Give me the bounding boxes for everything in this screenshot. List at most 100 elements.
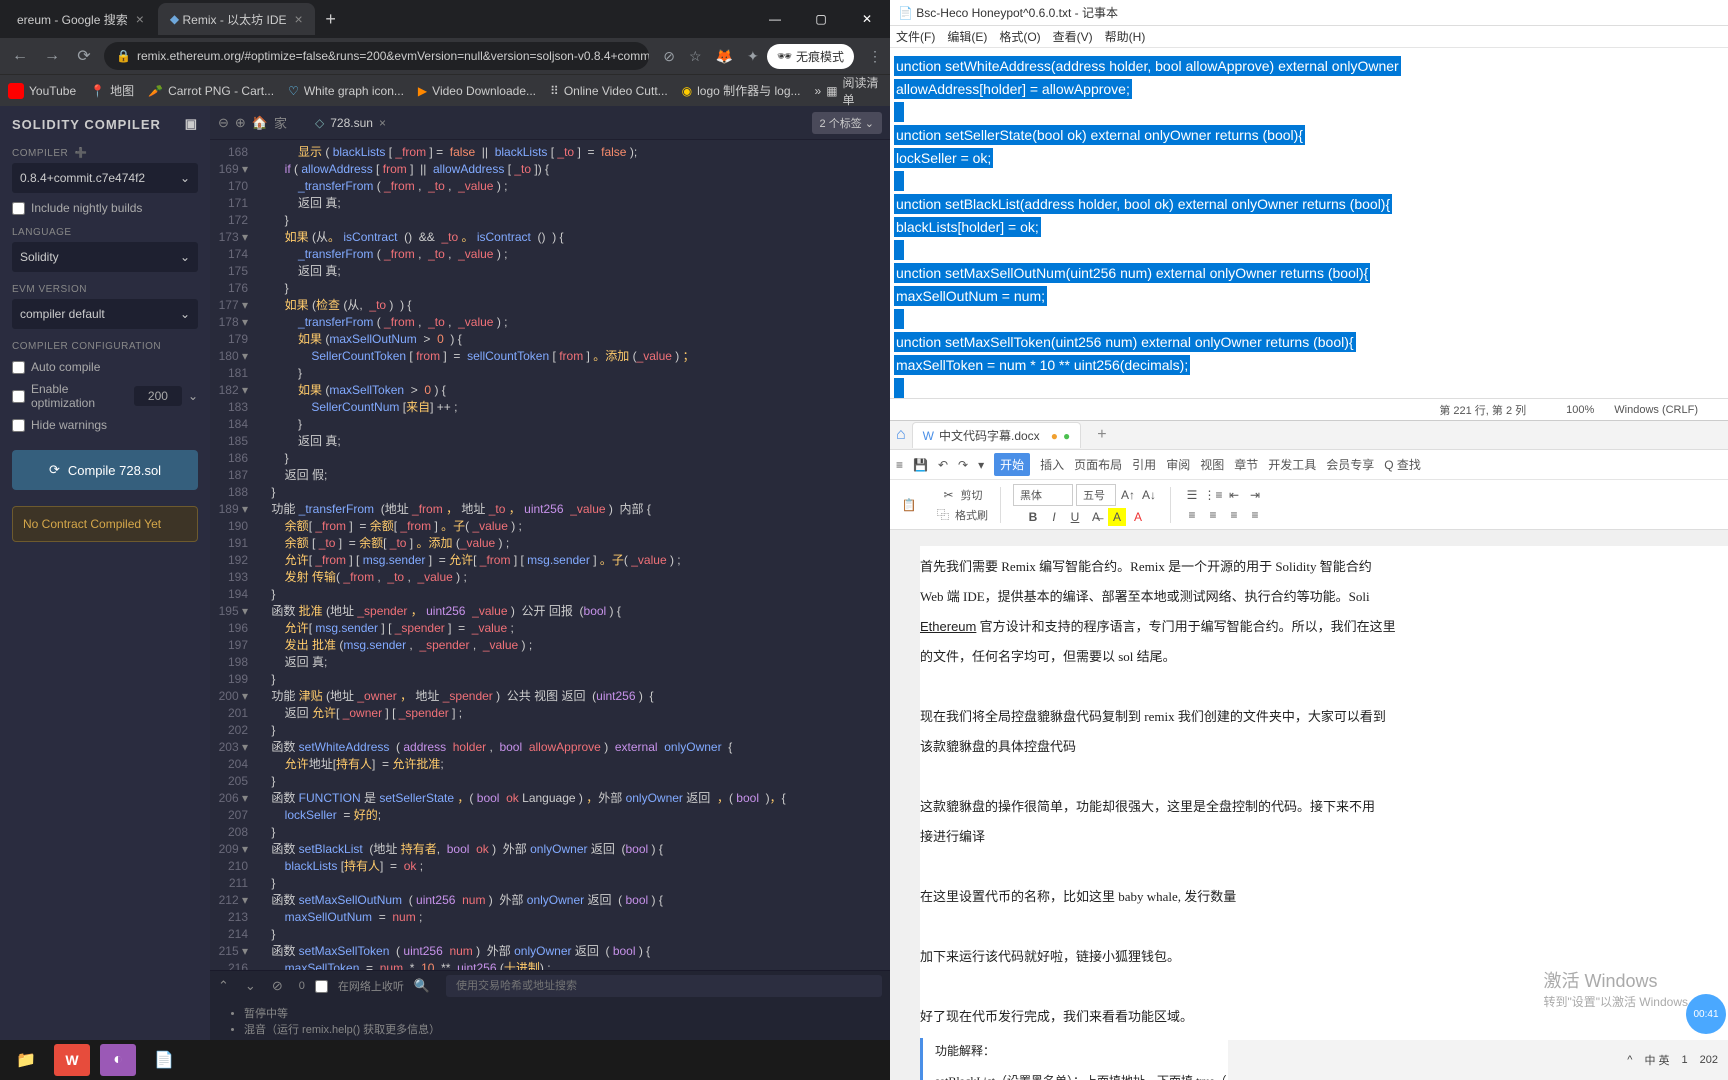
ribbon-tab[interactable]: 插入: [1040, 456, 1064, 473]
bookmark-icon[interactable]: ☆: [689, 48, 702, 65]
align-left-icon[interactable]: ≡: [1183, 506, 1201, 524]
reload-button[interactable]: ⟳: [72, 46, 96, 66]
close-button[interactable]: ✕: [844, 3, 890, 35]
paste-icon[interactable]: 📋: [900, 496, 918, 514]
bookmark-item[interactable]: YouTube: [8, 83, 76, 99]
listen-checkbox[interactable]: [315, 980, 328, 993]
notepad-menu-item[interactable]: 帮助(H): [1105, 28, 1146, 45]
ribbon-tab[interactable]: 引用: [1132, 456, 1156, 473]
highlight-icon[interactable]: A: [1108, 508, 1126, 526]
file-explorer-icon[interactable]: 📁: [8, 1044, 44, 1076]
search-icon[interactable]: 🔍: [414, 978, 430, 994]
app-icon[interactable]: ◐: [100, 1044, 136, 1076]
optimize-checkbox[interactable]: [12, 390, 25, 403]
bookmark-item[interactable]: ⠿Online Video Cutt...: [550, 84, 668, 98]
new-tab-button[interactable]: +: [317, 9, 345, 30]
ribbon-tab[interactable]: 页面布局: [1074, 456, 1122, 473]
ext-icon[interactable]: 🦊: [716, 48, 733, 65]
menu-icon[interactable]: ⋮: [868, 48, 882, 65]
align-right-icon[interactable]: ≡: [1225, 506, 1243, 524]
ribbon-tab[interactable]: 会员专享: [1326, 456, 1374, 473]
terminal-search-input[interactable]: [446, 975, 882, 997]
clear-icon[interactable]: ⊘: [272, 978, 283, 994]
language-select[interactable]: Solidity⌄: [12, 242, 198, 272]
extensions-icon[interactable]: ✦: [747, 48, 759, 65]
bold-icon[interactable]: B: [1024, 508, 1042, 526]
tag-badge[interactable]: 2 个标签 ⌄: [812, 112, 882, 134]
code-content[interactable]: 显示 ( blackLists [ _from ] = false || bla…: [258, 140, 890, 970]
dropdown-icon[interactable]: ▾: [978, 458, 984, 472]
wps-new-tab[interactable]: +: [1087, 422, 1116, 448]
indent-left-icon[interactable]: ⇤: [1225, 486, 1243, 504]
close-icon[interactable]: ×: [295, 11, 303, 27]
font-select[interactable]: 黑体: [1013, 484, 1073, 506]
notepad-menu-item[interactable]: 文件(F): [896, 28, 935, 45]
back-button[interactable]: ←: [8, 47, 32, 65]
bookmark-item[interactable]: ♡White graph icon...: [288, 84, 404, 98]
block-icon[interactable]: ⊘: [663, 48, 675, 65]
strike-icon[interactable]: A̶: [1087, 508, 1105, 526]
bookmark-item[interactable]: ▶Video Downloade...: [418, 84, 536, 98]
notepad-menu-item[interactable]: 查看(V): [1053, 28, 1093, 45]
wps-home-icon[interactable]: ⌂: [896, 426, 906, 444]
hidewarn-checkbox[interactable]: [12, 419, 25, 432]
redo-icon[interactable]: ↷: [958, 458, 968, 472]
reading-list[interactable]: »▦阅读清单: [815, 74, 882, 108]
close-icon[interactable]: ×: [136, 11, 144, 27]
size-select[interactable]: 五号: [1076, 484, 1116, 506]
copy-icon[interactable]: ⿻: [934, 506, 952, 524]
ribbon-tab[interactable]: 开发工具: [1268, 456, 1316, 473]
notepad-icon[interactable]: 📄: [146, 1044, 182, 1076]
minimize-button[interactable]: —: [752, 3, 798, 35]
chevron-up-icon[interactable]: ⌃: [218, 978, 229, 994]
ribbon-tab[interactable]: 审阅: [1166, 456, 1190, 473]
autocompile-checkbox[interactable]: [12, 361, 25, 374]
browser-tab-1[interactable]: ◆ Remix - 以太坊 IDE×: [158, 3, 315, 35]
font-color-icon[interactable]: A: [1129, 508, 1147, 526]
wps-icon[interactable]: W: [54, 1044, 90, 1076]
ribbon-tab[interactable]: 开始: [994, 453, 1030, 476]
undo-icon[interactable]: ↶: [938, 458, 948, 472]
ribbon-tab[interactable]: Q 查找: [1384, 456, 1421, 473]
home-icon[interactable]: 🏠: [252, 115, 268, 131]
save-icon[interactable]: 💾: [913, 458, 928, 472]
notepad-content[interactable]: unction setWhiteAddress(address holder, …: [890, 48, 1728, 398]
address-bar[interactable]: 🔒 remix.ethereum.org/#optimize=false&run…: [104, 42, 649, 70]
compile-button[interactable]: ⟳Compile 728.sol: [12, 450, 198, 490]
bookmark-item[interactable]: 📍地图: [90, 82, 134, 99]
italic-icon[interactable]: I: [1045, 508, 1063, 526]
zoom-in-icon[interactable]: ⊕: [235, 115, 246, 131]
tray-up-icon[interactable]: ^: [1627, 1054, 1632, 1066]
plus-icon[interactable]: ➕: [75, 148, 88, 159]
indent-right-icon[interactable]: ⇥: [1246, 486, 1264, 504]
underline-icon[interactable]: U: [1066, 508, 1084, 526]
increase-font-icon[interactable]: A↑: [1119, 486, 1137, 504]
maximize-button[interactable]: ▢: [798, 3, 844, 35]
notepad-menu-item[interactable]: 编辑(E): [947, 28, 987, 45]
evm-select[interactable]: compiler default⌄: [12, 299, 198, 329]
zoom-out-icon[interactable]: ⊖: [218, 115, 229, 131]
ribbon-tab[interactable]: 视图: [1200, 456, 1224, 473]
wps-doc-tab[interactable]: W中文代码字幕.docx●●: [912, 422, 1082, 448]
bookmark-item[interactable]: ◉logo 制作器与 log...: [682, 82, 801, 99]
align-center-icon[interactable]: ≡: [1204, 506, 1222, 524]
chevron-down-icon[interactable]: ⌄: [245, 978, 256, 994]
browser-tab-0[interactable]: ereum - Google 搜索×: [5, 3, 156, 35]
forward-button[interactable]: →: [40, 47, 64, 65]
runs-input[interactable]: 200: [134, 386, 182, 406]
bookmark-item[interactable]: 🥕Carrot PNG - Cart...: [148, 84, 274, 98]
compiler-version-select[interactable]: 0.8.4+commit.c7e474f2⌄: [12, 163, 198, 193]
decrease-font-icon[interactable]: A↓: [1140, 486, 1158, 504]
file-tab[interactable]: ◇728.sun×: [307, 116, 394, 130]
list-icon[interactable]: ☰: [1183, 486, 1201, 504]
cut-icon[interactable]: ✂: [940, 486, 958, 504]
collapse-icon[interactable]: ▣: [185, 116, 198, 132]
notepad-menu-item[interactable]: 格式(O): [999, 28, 1040, 45]
menu-icon[interactable]: ≡: [896, 458, 903, 472]
justify-icon[interactable]: ≡: [1246, 506, 1264, 524]
numlist-icon[interactable]: ⋮≡: [1204, 486, 1222, 504]
nightly-checkbox[interactable]: [12, 202, 25, 215]
close-icon[interactable]: ×: [379, 116, 386, 130]
ime-indicator[interactable]: 中 英: [1644, 1052, 1669, 1068]
ribbon-tab[interactable]: 章节: [1234, 456, 1258, 473]
